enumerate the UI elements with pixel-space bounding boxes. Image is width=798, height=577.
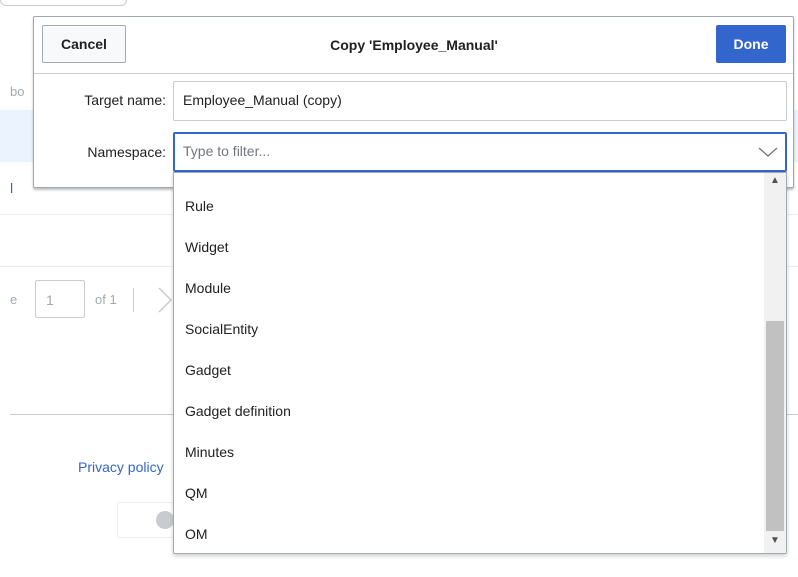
pager-of-label: of 1 (95, 292, 117, 307)
target-name-label: Target name: (84, 92, 166, 108)
namespace-option[interactable]: QM (174, 475, 764, 515)
namespace-option[interactable]: Gadget definition (174, 393, 764, 433)
privacy-policy-link[interactable]: Privacy policy (78, 459, 164, 475)
copy-dialog: Cancel Copy 'Employee_Manual' Done Targe… (33, 16, 794, 188)
namespace-option[interactable]: Widget (174, 229, 764, 269)
pager: e 1 of 1 (0, 280, 200, 320)
dropdown-scrollbar[interactable]: ▲ ▼ (764, 173, 786, 553)
scrollbar-thumb[interactable] (766, 321, 784, 531)
dialog-header: Cancel Copy 'Employee_Manual' Done (34, 17, 793, 74)
done-button[interactable]: Done (716, 25, 786, 63)
namespace-option[interactable]: Module (174, 270, 764, 310)
arrow-up-icon[interactable]: ▲ (768, 175, 782, 189)
bg-row-text: bo (10, 84, 25, 99)
namespace-option[interactable]: Minutes (174, 434, 764, 474)
dialog-title: Copy 'Employee_Manual' (330, 37, 498, 53)
cancel-button[interactable]: Cancel (42, 25, 126, 63)
namespace-dropdown: Rule Widget Module SocialEntity Gadget G… (173, 172, 787, 554)
gear-icon (156, 511, 174, 529)
namespace-option[interactable]: Gadget (174, 352, 764, 392)
pager-prefix: e (10, 292, 18, 307)
top-edge (0, 0, 798, 6)
chevron-down-icon[interactable] (758, 145, 778, 159)
namespace-option[interactable]: OM (174, 516, 764, 553)
pager-divider (133, 288, 134, 312)
namespace-filter-input[interactable]: Type to filter... (173, 132, 787, 172)
namespace-option[interactable]: SocialEntity (174, 311, 764, 351)
arrow-down-icon[interactable]: ▼ (768, 535, 782, 549)
top-pill (0, 0, 127, 6)
namespace-label: Namespace: (87, 144, 166, 160)
target-name-input[interactable]: Employee_Manual (copy) (173, 81, 787, 121)
chevron-right-icon[interactable] (155, 286, 175, 314)
bg-row-link[interactable]: l (10, 180, 13, 196)
page-number-input[interactable]: 1 (35, 280, 85, 318)
namespace-option[interactable]: Rule (174, 188, 764, 228)
namespace-placeholder: Type to filter... (183, 143, 271, 159)
